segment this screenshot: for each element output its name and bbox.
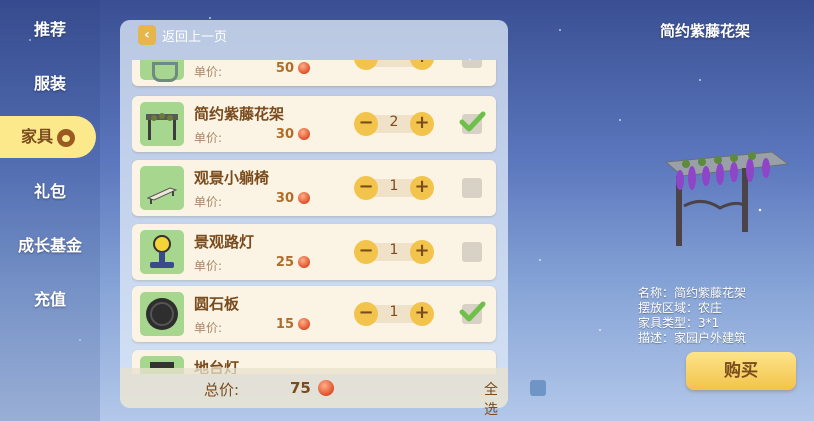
increase-button[interactable]: + <box>410 302 434 326</box>
back-button[interactable]: 返回上一页 <box>162 26 227 45</box>
detail-name: 名称：简约紫藤花架 <box>638 286 747 300</box>
quantity-stepper: − 1 + <box>354 176 434 200</box>
sidebar-item-growth-fund[interactable]: 成长基金 <box>0 226 100 266</box>
item-name: 圆石板 <box>194 295 240 313</box>
coin-icon <box>298 192 310 204</box>
item-thumbnail <box>140 60 184 82</box>
buy-button[interactable]: 购买 <box>686 352 796 390</box>
decrease-button[interactable]: − <box>354 302 378 326</box>
item-name: 观景小躺椅 <box>194 169 270 187</box>
item-thumbnail <box>140 292 184 336</box>
total-label: 总价: <box>204 381 240 399</box>
item-price: 25 <box>275 255 294 270</box>
increase-button[interactable]: + <box>410 112 434 136</box>
decrease-button[interactable]: − <box>354 240 378 264</box>
item-name: 简约紫藤花架 <box>194 105 285 123</box>
item-checkbox[interactable] <box>462 60 482 68</box>
list-item: 观景小躺椅 单价: 30 − 1 + <box>132 160 496 216</box>
item-checkbox[interactable] <box>459 301 486 324</box>
sidebar-item-furniture[interactable]: 家具 <box>0 116 96 158</box>
price-label: 单价: <box>194 65 223 79</box>
detail-description: 描述：家园户外建筑 <box>638 331 747 345</box>
item-name: 景观路灯 <box>194 233 255 251</box>
item-thumbnail <box>140 102 184 146</box>
detail-type: 家具类型：3*1 <box>638 316 720 330</box>
item-checkbox[interactable] <box>462 242 482 262</box>
cart-panel: ‹ 返回上一页 单价: 50 − 1 + <box>120 20 546 418</box>
coin-icon <box>298 128 310 140</box>
back-bar: ‹ 返回上一页 <box>134 23 494 47</box>
paw-icon <box>57 128 75 147</box>
decrease-button[interactable]: − <box>354 60 378 70</box>
cart-footer: 总价: 75 全选 <box>120 368 546 418</box>
item-price: 30 <box>275 191 294 206</box>
quantity-stepper: − 1 + <box>354 240 434 264</box>
detail-title: 简约紫藤花架 <box>660 22 751 40</box>
select-all-label[interactable]: 全选 <box>484 379 508 419</box>
increase-button[interactable]: + <box>410 176 434 200</box>
price-label: 单价: <box>194 131 223 145</box>
quantity-value: 1 <box>389 178 399 194</box>
coin-icon <box>298 318 310 330</box>
quantity-value: 2 <box>389 114 399 130</box>
item-thumbnail <box>140 230 184 274</box>
list-item: 景观路灯 单价: 25 − 1 + <box>132 224 496 280</box>
item-preview-image <box>662 146 790 250</box>
total-value: 75 <box>290 379 311 397</box>
sidebar-item-recharge[interactable]: 充值 <box>0 280 100 320</box>
item-list[interactable]: 单价: 50 − 1 + 简约紫藤花架 单价: <box>132 60 498 374</box>
list-item: 单价: 50 − 1 + <box>132 60 496 86</box>
price-label: 单价: <box>194 195 223 209</box>
quantity-value: 1 <box>378 60 410 64</box>
list-item: 圆石板 单价: 15 − 1 + <box>132 286 496 342</box>
item-details: 名称：简约紫藤花架 摆放区域：农庄 家具类型：3*1 描述：家园户外建筑 <box>638 286 746 346</box>
item-checkbox[interactable] <box>459 111 486 134</box>
coin-icon <box>298 256 310 268</box>
quantity-value: 1 <box>389 242 399 258</box>
quantity-stepper: − 2 + <box>354 112 434 136</box>
coin-icon <box>318 380 334 396</box>
sidebar-item-gift-pack[interactable]: 礼包 <box>0 172 100 212</box>
coin-icon <box>298 62 310 74</box>
item-price: 30 <box>275 127 294 142</box>
price-label: 单价: <box>194 259 223 273</box>
list-item: 简约紫藤花架 单价: 30 − 2 + <box>132 96 496 152</box>
sidebar-item-recommend[interactable]: 推荐 <box>0 10 100 50</box>
category-sidebar: 推荐 服装 家具 礼包 成长基金 充值 <box>0 0 100 421</box>
decrease-button[interactable]: − <box>354 176 378 200</box>
select-all-checkbox[interactable] <box>530 380 546 396</box>
quantity-value: 1 <box>389 304 399 320</box>
price-label: 单价: <box>194 321 223 335</box>
checkmark-icon <box>459 301 486 322</box>
checkmark-icon <box>459 111 486 132</box>
increase-button[interactable]: + <box>410 240 434 264</box>
quantity-stepper: − 1 + <box>354 302 434 326</box>
item-price: 50 <box>275 61 294 76</box>
detail-area: 摆放区域：农庄 <box>638 301 723 315</box>
sidebar-item-clothing[interactable]: 服装 <box>0 64 100 104</box>
item-checkbox[interactable] <box>462 178 482 198</box>
increase-button[interactable]: + <box>410 60 434 70</box>
item-thumbnail <box>140 166 184 210</box>
item-price: 15 <box>275 317 294 332</box>
decrease-button[interactable]: − <box>354 112 378 136</box>
quantity-stepper: − 1 + <box>354 60 434 70</box>
back-chevron-icon[interactable]: ‹ <box>138 25 156 45</box>
